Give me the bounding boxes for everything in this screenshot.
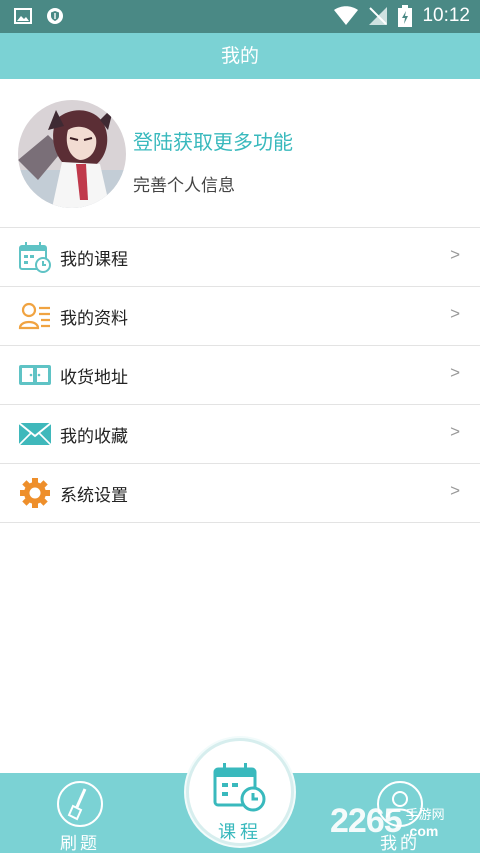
menu-item-my-courses[interactable]: 我的课程 > (0, 228, 480, 287)
profile-info-icon (18, 302, 50, 330)
profile-subtitle: 完善个人信息 (133, 176, 235, 196)
menu-item-label: 系统设置 (60, 486, 128, 506)
login-prompt[interactable]: 登陆获取更多功能 (133, 126, 293, 155)
chevron-right-icon: > (450, 363, 460, 382)
tab-label: 课程 (218, 822, 262, 843)
chevron-right-icon: > (450, 422, 460, 441)
tab-courses[interactable]: 课程 (186, 738, 294, 846)
course-calendar-icon (19, 242, 51, 273)
envelope-icon (18, 422, 52, 446)
menu-item-favorites[interactable]: 我的收藏 > (0, 405, 480, 464)
watermark: 2265 手游网 .com (330, 801, 445, 841)
menu-item-settings[interactable]: 系统设置 > (0, 464, 480, 523)
watermark-number: 2265 (330, 801, 403, 840)
watermark-domain: .com (405, 822, 439, 839)
chevron-right-icon: > (450, 245, 460, 264)
gear-icon (20, 478, 50, 508)
tab-label: 刷题 (60, 834, 100, 854)
chevron-right-icon: > (450, 304, 460, 323)
profile-section[interactable]: 登陆获取更多功能 完善个人信息 (0, 79, 480, 228)
avatar[interactable] (18, 100, 126, 208)
menu-item-label: 我的收藏 (60, 427, 128, 447)
no-signal-icon (369, 7, 388, 25)
calendar-clock-icon (213, 763, 266, 812)
menu-list: 我的课程 > 我的资料 > 收货地址 > 我的收藏 > 系统设置 > (0, 228, 480, 523)
status-bar: 10:12 (0, 0, 480, 33)
menu-item-label: 收货地址 (60, 368, 128, 388)
app-bar: 我的 (0, 33, 480, 79)
brush-icon (57, 781, 103, 827)
menu-item-address[interactable]: 收货地址 > (0, 346, 480, 405)
menu-item-label: 我的课程 (60, 250, 128, 270)
menu-item-label: 我的资料 (60, 309, 128, 329)
page-title: 我的 (220, 45, 259, 67)
menu-item-my-profile[interactable]: 我的资料 > (0, 287, 480, 346)
status-time: 10:12 (422, 5, 470, 26)
image-notification-icon (14, 8, 32, 24)
tab-practice[interactable]: 刷题 (40, 779, 120, 854)
battery-charging-icon (398, 5, 413, 27)
wifi-icon (334, 6, 359, 25)
chevron-right-icon: > (450, 481, 460, 500)
shield-notification-icon (47, 8, 63, 24)
watermark-text: 手游网 (405, 807, 445, 823)
address-icon (19, 365, 51, 385)
